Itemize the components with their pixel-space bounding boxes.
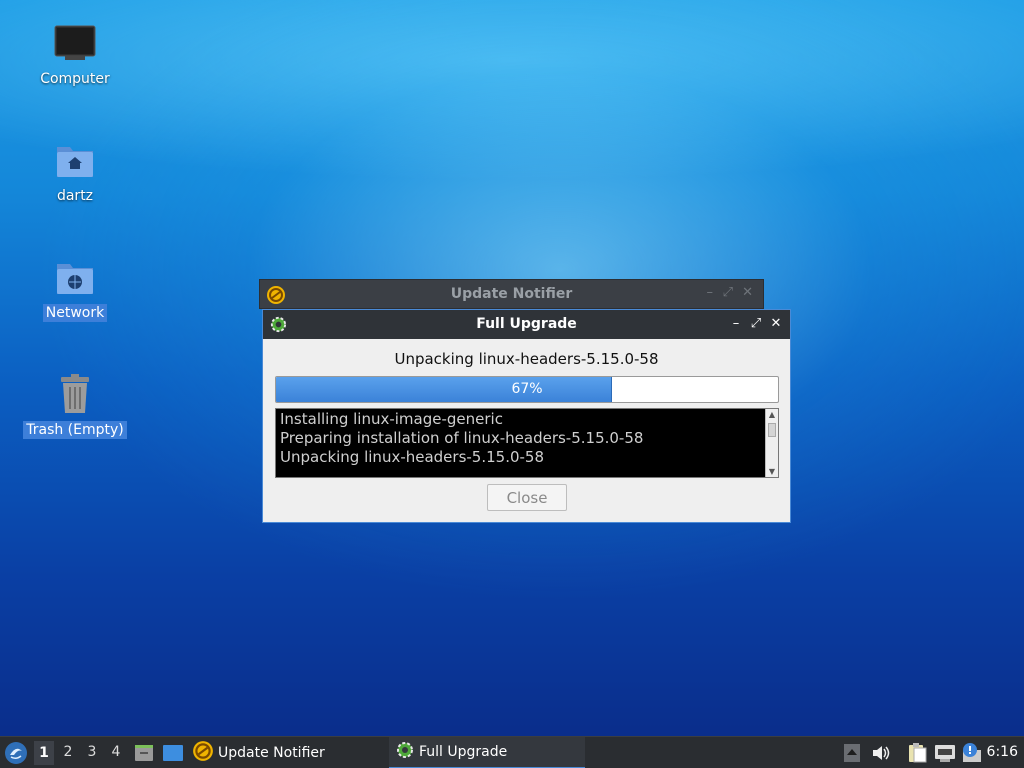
desktop-icon-network[interactable]: Network [20,254,130,322]
workspace-4[interactable]: 4 [106,744,126,760]
taskbar: 1 2 3 4 Update Notifier Full Upgrade 6:1… [0,736,1024,768]
maximize-button[interactable]: ⤢ [748,316,764,332]
minimize-icon[interactable]: – [707,285,714,300]
update-notification-icon[interactable] [961,742,983,768]
log-line: Preparing installation of linux-headers-… [280,429,644,447]
clipboard-icon[interactable] [906,742,928,768]
close-icon[interactable]: ✕ [742,285,753,300]
dialog-title: Full Upgrade [476,316,577,332]
desktop-icon-label: Trash (Empty) [23,421,127,439]
update-notifier-window[interactable]: Update Notifier – ⤢ ✕ [259,279,764,309]
desktop-icon-label: Computer [40,71,110,87]
file-manager-icon[interactable] [134,743,154,767]
task-label: Update Notifier [218,745,325,761]
desktop-icon-label: dartz [56,188,94,204]
desktop-icon-computer[interactable]: Computer [20,20,130,88]
task-update-notifier[interactable]: Update Notifier [192,737,382,768]
titlebar[interactable]: Full Upgrade – ⤢ ✕ [263,310,790,339]
progress-label: 67% [511,381,543,397]
log-line: Installing linux-image-generic [280,410,503,428]
close-window-button[interactable]: ✕ [768,316,784,332]
network-icon[interactable] [934,743,956,767]
minimize-button[interactable]: – [728,316,744,332]
close-button[interactable]: Close [487,484,567,511]
full-upgrade-dialog: Full Upgrade – ⤢ ✕ Unpacking linux-heade… [262,309,791,523]
update-notifier-icon [192,740,214,766]
scroll-down-icon[interactable]: ▼ [766,467,778,476]
scroll-up-icon[interactable]: ▲ [766,410,778,419]
log-lines: Installing linux-image-generic Preparing… [280,410,762,467]
network-folder-icon [51,254,99,302]
desktop-icon-trash[interactable]: Trash (Empty) [20,371,130,439]
log-scrollbar[interactable]: ▲ ▼ [765,409,778,477]
window-title: Update Notifier [450,286,573,302]
workspace-2[interactable]: 2 [58,744,78,760]
workspace-1[interactable]: 1 [34,741,54,765]
home-folder-icon [51,137,99,185]
status-text: Unpacking linux-headers-5.15.0-58 [394,350,659,368]
volume-icon[interactable] [871,743,891,767]
desktop-icon-home[interactable]: dartz [20,137,130,205]
workspace-3[interactable]: 3 [82,744,102,760]
scroll-thumb[interactable] [768,423,776,437]
maximize-icon[interactable]: ⤢ [723,285,733,300]
progress-bar: 67% [275,376,779,403]
tray-up-arrow-icon[interactable] [844,744,860,766]
task-label: Full Upgrade [419,744,508,760]
task-full-upgrade[interactable]: Full Upgrade [389,737,585,768]
gear-icon [395,740,415,764]
log-output[interactable]: Installing linux-image-generic Preparing… [275,408,779,478]
start-menu-icon[interactable] [4,741,28,768]
trash-icon [51,371,99,419]
clock[interactable]: 6:16 [987,744,1018,760]
desktop-icon-label: Network [42,304,108,322]
show-desktop-icon[interactable] [162,743,184,767]
computer-icon [51,20,99,68]
log-line: Unpacking linux-headers-5.15.0-58 [280,448,545,466]
